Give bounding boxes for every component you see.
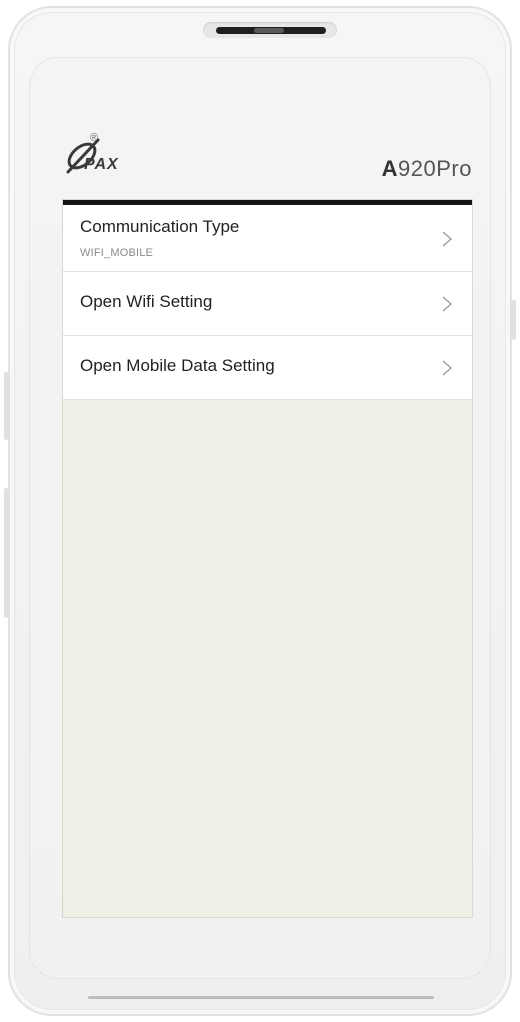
open-mobile-data-setting-item[interactable]: Open Mobile Data Setting [63,336,472,400]
chevron-right-icon [442,296,452,312]
side-button-left-upper [4,372,9,440]
model-prefix: A [381,156,399,181]
side-button-right [511,300,516,340]
bottom-slit [88,996,434,999]
chevron-right-icon [442,231,452,247]
open-mobile-data-setting-title: Open Mobile Data Setting [80,356,275,375]
device-model-label: A920Pro [382,156,472,182]
open-wifi-setting-title: Open Wifi Setting [80,292,213,311]
settings-list: Communication Type WIFI_MOBILE Open Wifi… [63,205,472,400]
communication-type-value: WIFI_MOBILE [80,247,154,259]
model-suffix: 920Pro [398,156,472,181]
device-screen: Communication Type WIFI_MOBILE Open Wifi… [63,200,472,917]
side-button-left-lower [4,488,9,618]
device-frame-stage: ® PAX A920Pro Communication Type WIFI_MO… [0,0,520,1022]
registered-mark: ® [90,132,99,144]
front-sensor [254,28,284,33]
brand-name: PAX [84,156,119,173]
chevron-right-icon [442,360,452,376]
communication-type-title: Communication Type [80,217,240,236]
open-wifi-setting-item[interactable]: Open Wifi Setting [63,272,472,336]
communication-type-item[interactable]: Communication Type WIFI_MOBILE [63,205,472,272]
pax-logo: ® PAX [60,132,170,180]
